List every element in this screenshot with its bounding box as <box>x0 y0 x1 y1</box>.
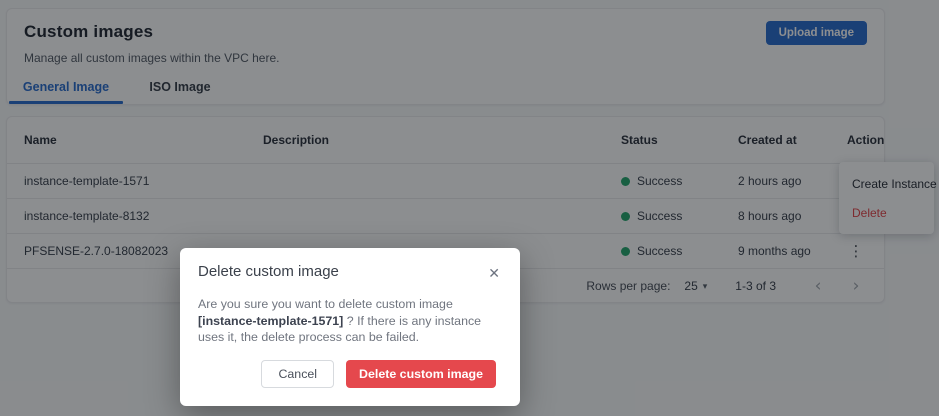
modal-message-image-name: [instance-template-1571] <box>198 314 343 328</box>
modal-message: Are you sure you want to delete custom i… <box>198 296 500 346</box>
cancel-button[interactable]: Cancel <box>261 360 334 388</box>
close-icon[interactable]: ✕ <box>486 265 502 283</box>
delete-custom-image-modal: Delete custom image ✕ Are you sure you w… <box>180 248 520 406</box>
delete-custom-image-button[interactable]: Delete custom image <box>346 360 496 388</box>
modal-message-pre: Are you sure you want to delete custom i… <box>198 297 453 311</box>
modal-title: Delete custom image <box>198 263 339 280</box>
